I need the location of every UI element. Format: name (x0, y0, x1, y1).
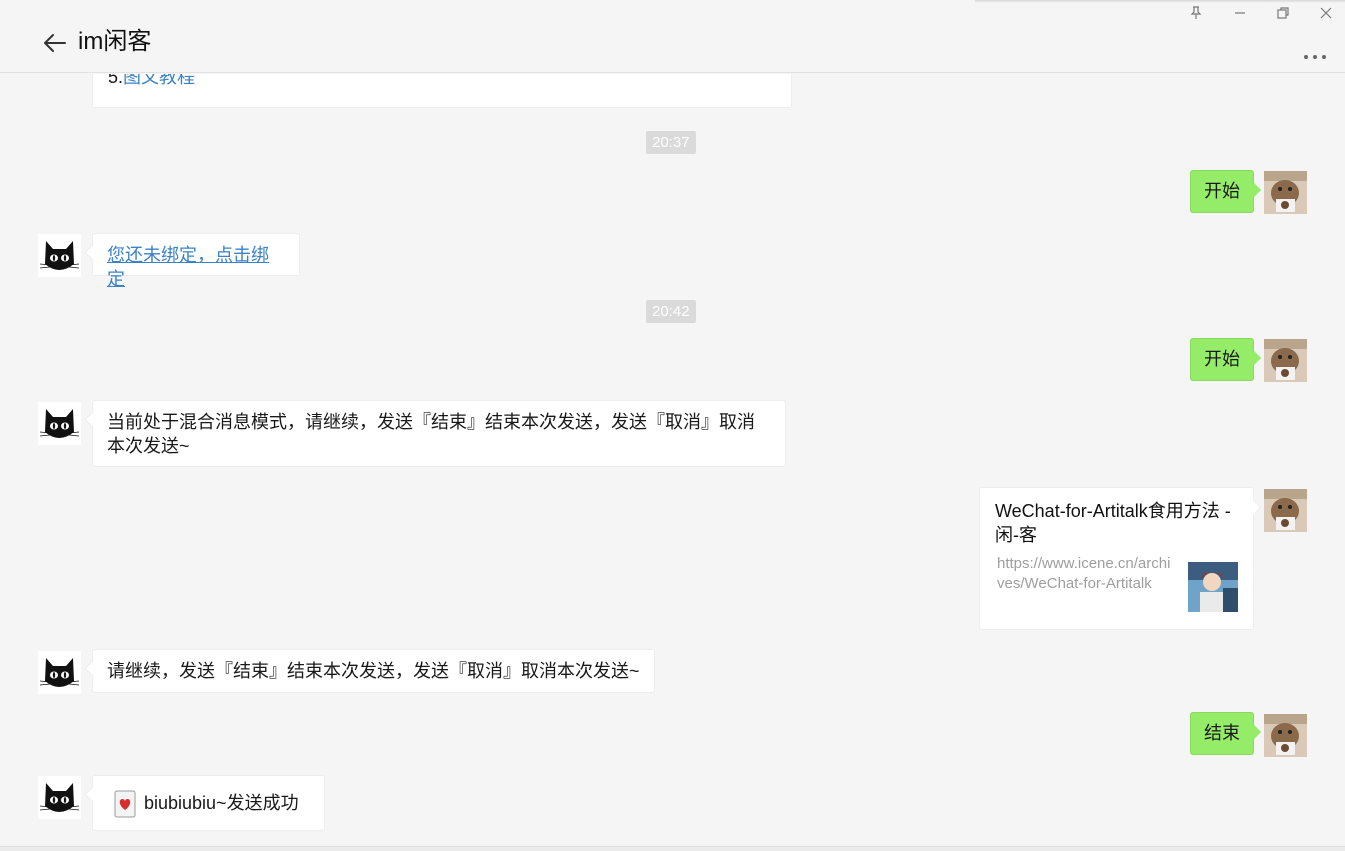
chat-header: im闲客 (0, 0, 1345, 73)
black-cat-avatar (38, 234, 81, 277)
tutorial-link[interactable]: 图文教程 (123, 74, 195, 87)
message-text: biubiubiu~发送成功 (144, 793, 299, 813)
timestamp: 20:42 (646, 300, 696, 323)
bot-avatar[interactable] (38, 776, 81, 819)
restore-icon[interactable] (1274, 4, 1292, 22)
message-bubble-bot: biubiubiu~发送成功 (92, 775, 325, 831)
cat-photo-avatar (1264, 171, 1307, 214)
message-bubble-tutorial: 5.图文教程 (92, 74, 792, 108)
minimize-icon[interactable] (1231, 4, 1249, 22)
cat-photo-avatar (1264, 714, 1307, 757)
cat-photo-avatar (1264, 489, 1307, 532)
message-text: 5. (108, 74, 124, 87)
bind-account-link[interactable]: 您还未绑定，点击绑定 (107, 245, 269, 289)
black-cat-avatar (38, 651, 81, 694)
bot-avatar[interactable] (38, 234, 81, 277)
self-avatar[interactable] (1264, 339, 1307, 382)
close-icon[interactable] (1317, 4, 1335, 22)
message-bubble-self: 结束 (1190, 712, 1254, 755)
link-card-title: WeChat-for-Artitalk食用方法 - 闲-客 (995, 501, 1231, 545)
message-bubble-bot: 当前处于混合消息模式，请继续，发送『结束』结束本次发送，发送『取消』取消本次发送… (92, 400, 786, 467)
link-card-thumbnail (1188, 562, 1238, 612)
window-edge-shadow (975, 0, 1345, 3)
black-cat-avatar (38, 402, 81, 445)
message-list[interactable]: 5.图文教程 20:37 开始 您还未绑定，点击绑定 20:42 开始 当前处于… (0, 74, 1345, 846)
message-bubble-self: 开始 (1190, 170, 1254, 213)
bot-avatar[interactable] (38, 651, 81, 694)
chat-title: im闲客 (78, 28, 152, 55)
message-bubble-bot: 请继续，发送『结束』结束本次发送，发送『取消』取消本次发送~ (92, 649, 655, 693)
message-text: 开始 (1204, 349, 1240, 369)
input-area-divider (0, 846, 1345, 851)
pin-icon[interactable] (1187, 4, 1205, 22)
message-text: 开始 (1204, 181, 1240, 201)
self-avatar[interactable] (1264, 714, 1307, 757)
message-bubble-bot: 您还未绑定，点击绑定 (92, 233, 300, 289)
back-arrow-icon[interactable] (42, 30, 68, 56)
black-cat-avatar (38, 776, 81, 819)
love-letter-icon (114, 790, 136, 818)
more-options-icon[interactable] (1303, 48, 1327, 59)
bot-avatar[interactable] (38, 402, 81, 445)
message-text: 当前处于混合消息模式，请继续，发送『结束』结束本次发送，发送『取消』取消本次发送… (107, 412, 755, 456)
link-card[interactable]: WeChat-for-Artitalk食用方法 - 闲-客 https://ww… (979, 487, 1254, 630)
message-text: 请继续，发送『结束』结束本次发送，发送『取消』取消本次发送~ (107, 661, 640, 681)
message-text: 结束 (1204, 723, 1240, 743)
self-avatar[interactable] (1264, 489, 1307, 532)
link-card-url: https://www.icene.cn/archives/WeChat-for… (997, 555, 1171, 592)
message-bubble-self: 开始 (1190, 338, 1254, 381)
timestamp: 20:37 (646, 131, 696, 154)
self-avatar[interactable] (1264, 171, 1307, 214)
cat-photo-avatar (1264, 339, 1307, 382)
